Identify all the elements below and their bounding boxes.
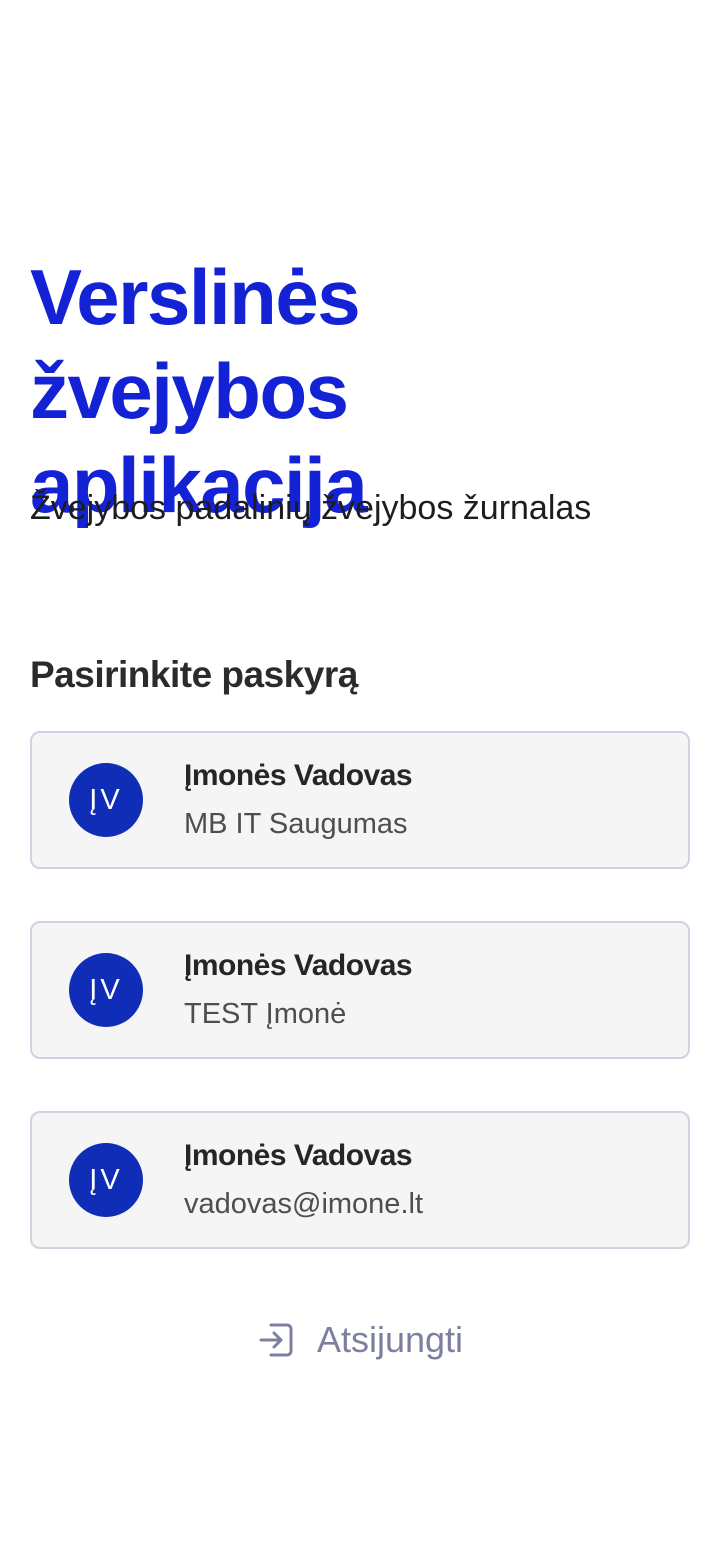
account-selection-screen: Verslinės žvejybos aplikacija Žvejybos p… [0, 0, 720, 1558]
account-info: Įmonės Vadovas TEST Įmonė [184, 946, 413, 1034]
account-list: ĮV Įmonės Vadovas MB IT Saugumas ĮV Įmon… [30, 731, 690, 1301]
avatar: ĮV [69, 763, 143, 837]
account-name: Įmonės Vadovas [184, 949, 413, 982]
account-name: Įmonės Vadovas [184, 1139, 413, 1172]
account-email: vadovas@imone.lt [184, 1188, 423, 1220]
account-info: Įmonės Vadovas vadovas@imone.lt [184, 1136, 423, 1224]
account-company: MB IT Saugumas [184, 808, 408, 840]
account-name: Įmonės Vadovas [184, 759, 413, 792]
avatar: ĮV [69, 1143, 143, 1217]
account-company: TEST Įmonė [184, 998, 347, 1030]
logout-button[interactable]: Atsijungti [0, 1312, 720, 1368]
avatar: ĮV [69, 953, 143, 1027]
account-card[interactable]: ĮV Įmonės Vadovas TEST Įmonė [30, 921, 690, 1059]
logout-label: Atsijungti [316, 1319, 464, 1360]
logout-icon [257, 1321, 295, 1359]
choose-account-heading: Pasirinkite paskyrą [30, 654, 358, 695]
app-subtitle: Žvejybos padalinių žvejybos žurnalas [30, 489, 592, 527]
account-card[interactable]: ĮV Įmonės Vadovas MB IT Saugumas [30, 731, 690, 869]
account-info: Įmonės Vadovas MB IT Saugumas [184, 756, 413, 844]
account-card[interactable]: ĮV Įmonės Vadovas vadovas@imone.lt [30, 1111, 690, 1249]
